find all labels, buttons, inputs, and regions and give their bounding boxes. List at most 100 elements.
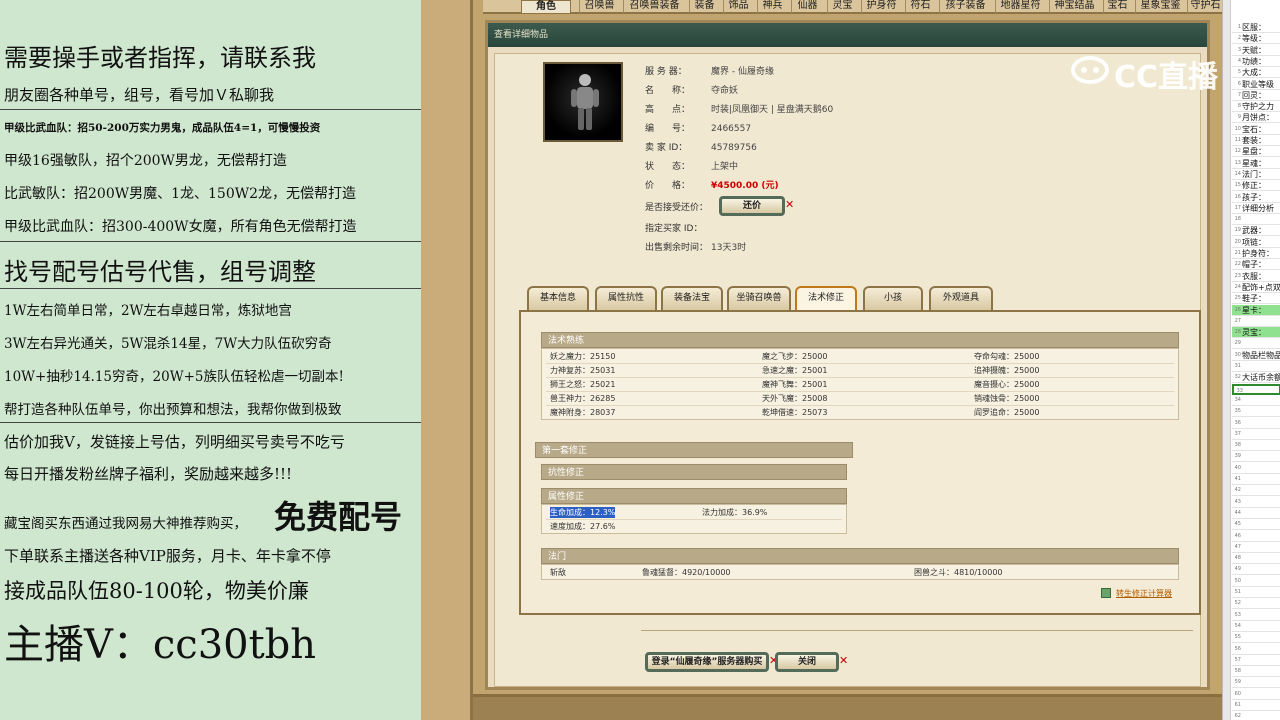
sheet-row[interactable]: 61 <box>1232 700 1280 711</box>
sheet-row[interactable]: 10 宝石： <box>1232 124 1280 135</box>
tab-guard-stone[interactable]: 守护石 <box>1187 0 1223 13</box>
row-number: 17 <box>1234 204 1241 211</box>
tab-crystal[interactable]: 神宝结晶 <box>1049 0 1099 13</box>
sheet-row[interactable]: 2 等级： <box>1232 33 1280 45</box>
sheet-row[interactable]: 9 月饼点： <box>1232 112 1280 124</box>
tab-rune[interactable]: 符石 <box>905 0 935 13</box>
login-buy-button[interactable]: 登录“仙履奇缘”服务器购买 <box>645 652 769 672</box>
sheet-row[interactable]: 7 回灵： <box>1232 90 1280 101</box>
sheet-row[interactable]: 8 守护之力 <box>1232 101 1280 113</box>
sheet-row[interactable]: 34 <box>1232 395 1280 406</box>
sheet-row[interactable]: 40 <box>1232 463 1280 474</box>
subtab-mount-pet[interactable]: 坐骑召唤兽 <box>727 286 791 310</box>
sheet-row[interactable]: 57 <box>1232 655 1280 666</box>
sheet-row[interactable]: 27 <box>1232 316 1280 327</box>
sheet-row[interactable]: 24 配饰+点双 <box>1232 282 1280 293</box>
tab-star-mirror[interactable]: 星象宝鉴 <box>1135 0 1185 13</box>
sheet-row[interactable]: 31 <box>1232 361 1280 372</box>
sheet-row[interactable]: 58 <box>1232 666 1280 678</box>
sheet-row[interactable]: 17 详细分析 <box>1232 203 1280 214</box>
sheet-row[interactable]: 25 鞋子： <box>1232 293 1280 305</box>
sheet-row[interactable]: 3 天赋： <box>1232 45 1280 56</box>
sheet-row[interactable]: 21 护身符： <box>1232 248 1280 259</box>
tab-amulet[interactable]: 护身符 <box>861 0 901 13</box>
sheet-row[interactable]: 23 衣服： <box>1232 271 1280 282</box>
info-line: 藏宝阁买东西通过我网易大神推荐购买， <box>4 516 247 532</box>
sheet-row[interactable]: 5 大成： <box>1232 67 1280 79</box>
sheet-row[interactable]: 28 灵宝： <box>1232 327 1280 339</box>
sheet-row[interactable]: 60 <box>1232 689 1280 700</box>
sheet-row[interactable]: 44 <box>1232 508 1280 519</box>
sheet-row[interactable]: 19 武器： <box>1232 225 1280 237</box>
sheet-row[interactable]: 16 孩子： <box>1232 192 1280 203</box>
sheet-row[interactable]: 48 <box>1232 553 1280 565</box>
subtab-attributes[interactable]: 属性抗性 <box>595 286 657 310</box>
subtab-appearance[interactable]: 外观道具 <box>929 286 993 310</box>
sheet-row[interactable]: 1 区服： <box>1232 22 1280 33</box>
sheet-row[interactable]: 33 <box>1232 383 1280 395</box>
correction-calculator-link[interactable]: 转生修正计算器 <box>1116 588 1172 599</box>
tab-artifact[interactable]: 仙器 <box>791 0 823 13</box>
tab-star[interactable]: 地器星符 <box>995 0 1045 13</box>
tab-gem[interactable]: 宝石 <box>1103 0 1131 13</box>
fabao-cell: 困兽之斗：4810/10000 <box>914 568 1003 577</box>
sheet-row[interactable]: 42 <box>1232 485 1280 497</box>
sheet-row[interactable]: 26 星卡： <box>1232 304 1280 316</box>
sheet-row[interactable]: 11 套装： <box>1232 135 1280 146</box>
sheet-row[interactable]: 15 修正： <box>1232 180 1280 192</box>
row-label: 宝石： <box>1242 124 1266 134</box>
sheet-row[interactable]: 49 <box>1232 564 1280 576</box>
sheet-row[interactable]: 62 <box>1232 711 1280 720</box>
sheet-row[interactable]: 36 <box>1232 418 1280 429</box>
subtab-equipment[interactable]: 装备法宝 <box>661 286 723 310</box>
sheet-row[interactable]: 6 职业等级 <box>1232 79 1280 90</box>
subtab-basic-info[interactable]: 基本信息 <box>527 286 589 310</box>
tab-child-equip[interactable]: 孩子装备 <box>939 0 991 13</box>
sheet-row[interactable]: 46 <box>1232 531 1280 542</box>
sheet-row[interactable]: 14 法门： <box>1232 169 1280 180</box>
sheet-row[interactable]: 35 <box>1232 406 1280 418</box>
sheet-row[interactable]: 20 项链： <box>1232 237 1280 248</box>
sheet-row[interactable]: 55 <box>1232 632 1280 644</box>
sheet-row[interactable]: 22 帽子： <box>1232 259 1280 271</box>
tab-weapon[interactable]: 神兵 <box>757 0 787 13</box>
sheet-scrollbar[interactable] <box>1223 0 1231 720</box>
sheet-row[interactable]: 39 <box>1232 451 1280 463</box>
sheet-row[interactable]: 30 物品栏物品 <box>1232 350 1280 361</box>
sheet-row[interactable]: 53 <box>1232 610 1280 621</box>
sheet-row[interactable]: 29 <box>1232 338 1280 350</box>
sheet-row[interactable]: 52 <box>1232 598 1280 610</box>
subtab-spell-correction[interactable]: 法术修正 <box>795 286 857 310</box>
tab-lingbao[interactable]: 灵宝 <box>827 0 857 13</box>
attr-cell-selected[interactable]: 生命加成：12.3% <box>550 507 616 518</box>
sheet-row[interactable]: 56 <box>1232 644 1280 655</box>
row-number: 46 <box>1234 532 1241 539</box>
sheet-row[interactable]: 12 星盘： <box>1232 146 1280 158</box>
row-number: 2 <box>1237 35 1241 42</box>
tab-pet-equip[interactable]: 召唤兽装备 <box>623 0 685 13</box>
info-remaining-time: 出售剩余时间： 13天3时 <box>645 243 747 253</box>
sheet-row[interactable]: 43 <box>1232 497 1280 508</box>
sheet-row[interactable]: 13 星魂： <box>1232 158 1280 169</box>
sheet-row[interactable]: 51 <box>1232 587 1280 598</box>
sheet-row[interactable]: 18 <box>1232 214 1280 226</box>
sheet-row[interactable]: 38 <box>1232 440 1280 452</box>
sheet-row[interactable]: 47 <box>1232 542 1280 553</box>
sheet-row[interactable]: 45 <box>1232 519 1280 531</box>
tab-role[interactable]: 角色 <box>521 0 571 13</box>
bargain-button[interactable]: 还价 <box>719 196 785 216</box>
tab-pet[interactable]: 召唤兽 <box>579 0 619 13</box>
sheet-row[interactable]: 37 <box>1232 429 1280 440</box>
tab-accessory[interactable]: 饰品 <box>723 0 753 13</box>
row-number: 38 <box>1234 442 1241 449</box>
spell-cell: 销魂蚀骨：25000 <box>974 394 1040 403</box>
close-button[interactable]: 关闭 <box>775 652 839 672</box>
sheet-row[interactable]: 59 <box>1232 677 1280 689</box>
sheet-row[interactable]: 54 <box>1232 621 1280 632</box>
sheet-row[interactable]: 50 <box>1232 576 1280 587</box>
tab-equip[interactable]: 装备 <box>689 0 719 13</box>
sheet-row[interactable]: 32 大话币余额 <box>1232 372 1280 384</box>
subtab-child[interactable]: 小孩 <box>863 286 923 310</box>
sheet-row[interactable]: 4 功绩： <box>1232 56 1280 67</box>
sheet-row[interactable]: 41 <box>1232 474 1280 485</box>
